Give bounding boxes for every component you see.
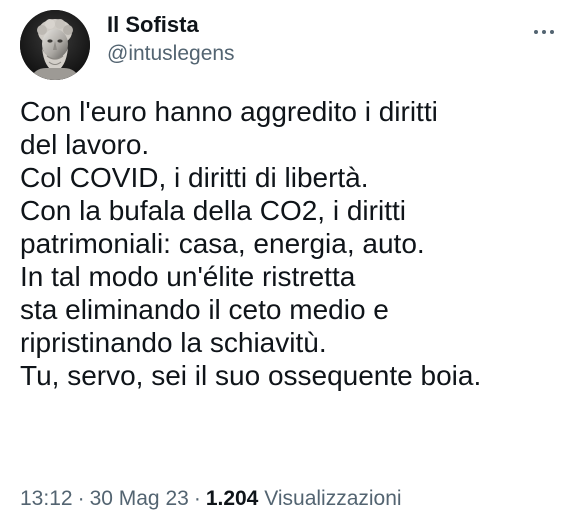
tweet-text-line: del lavoro. bbox=[20, 129, 150, 160]
tweet-text-line: Con la bufala della CO2, i diritti bbox=[20, 195, 406, 226]
tweet-text: Con l'euro hanno aggredito i diritti del… bbox=[20, 95, 568, 392]
tweet-time[interactable]: 13:12 bbox=[20, 487, 73, 510]
views-count[interactable]: 1.204 bbox=[206, 487, 259, 510]
tweet-text-line: Col COVID, i diritti di libertà. bbox=[20, 162, 369, 193]
marble-bust-avatar-icon bbox=[20, 10, 90, 80]
author-identity: Il Sofista @intuslegens bbox=[107, 12, 235, 67]
tweet-text-line: Con l'euro hanno aggredito i diritti bbox=[20, 96, 438, 127]
more-button[interactable] bbox=[532, 20, 556, 44]
tweet-meta: 13:12 · 30 Mag 23 · 1.204 Visualizzazioni bbox=[20, 486, 402, 512]
author-display-name[interactable]: Il Sofista bbox=[107, 12, 235, 38]
tweet-date[interactable]: 30 Mag 23 bbox=[90, 487, 189, 510]
avatar[interactable] bbox=[20, 10, 90, 80]
tweet-text-line: patrimoniali: casa, energia, auto. bbox=[20, 228, 425, 259]
tweet-text-line: ripristinando la schiavitù. bbox=[20, 327, 327, 358]
meta-separator: · bbox=[193, 487, 201, 510]
tweet-text-line: sta eliminando il ceto medio e bbox=[20, 294, 389, 325]
author-handle[interactable]: @intuslegens bbox=[107, 41, 235, 67]
meta-separator: · bbox=[77, 487, 85, 510]
more-dots-icon bbox=[534, 30, 554, 34]
tweet-text-line: In tal modo un'élite ristretta bbox=[20, 261, 356, 292]
views-label[interactable]: Visualizzazioni bbox=[264, 487, 401, 510]
tweet-text-line: Tu, servo, sei il suo ossequente boia. bbox=[20, 360, 482, 391]
tweet-header: Il Sofista @intuslegens bbox=[20, 10, 560, 80]
